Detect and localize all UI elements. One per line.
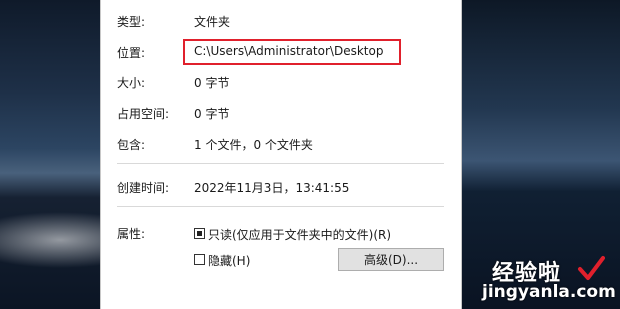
location-value[interactable]: C:\Users\Administrator\Desktop (194, 44, 383, 58)
hidden-checkbox[interactable] (194, 254, 205, 265)
contains-label: 包含: (117, 138, 146, 152)
created-label: 创建时间: (117, 181, 170, 195)
type-label: 类型: (117, 15, 146, 29)
size-on-disk-label: 占用空间: (117, 107, 170, 121)
size-value: 0 字节 (194, 76, 230, 90)
size-on-disk-value: 0 字节 (194, 107, 230, 121)
advanced-button[interactable]: 高级(D)... (338, 248, 444, 271)
watermark: 经验啦 jingyanla.com (482, 255, 616, 305)
folder-properties-dialog: 类型: 文件夹 位置: C:\Users\Administrator\Deskt… (100, 0, 462, 309)
readonly-checkbox-label[interactable]: 只读(仅应用于文件夹中的文件)(R) (208, 226, 391, 243)
divider (117, 206, 444, 207)
location-label: 位置: (117, 46, 146, 60)
hidden-checkbox-label[interactable]: 隐藏(H) (208, 252, 250, 269)
contains-value: 1 个文件，0 个文件夹 (194, 138, 313, 152)
size-label: 大小: (117, 76, 146, 90)
checkmark-icon (578, 256, 605, 280)
type-value: 文件夹 (194, 15, 231, 29)
watermark-url: jingyanla.com (482, 282, 616, 302)
readonly-checkbox[interactable] (194, 228, 205, 239)
attributes-label: 属性: (117, 227, 146, 241)
divider (117, 163, 444, 164)
created-value: 2022年11月3日，13:41:55 (194, 181, 350, 195)
